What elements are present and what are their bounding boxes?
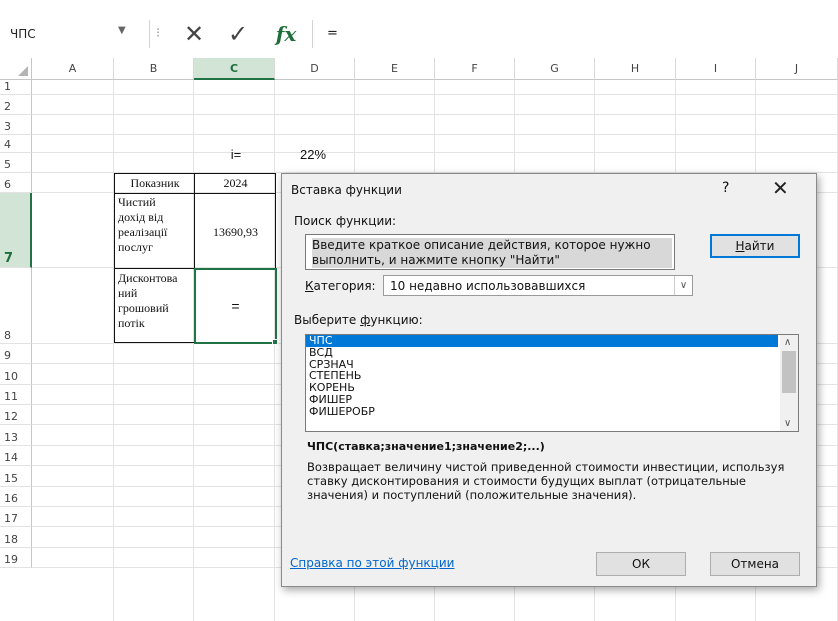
cell-b7[interactable]: Дисконтова ний грошовий потік	[118, 271, 178, 331]
find-button-label: Найти	[735, 239, 775, 253]
function-list-item[interactable]: ФИШЕР	[306, 394, 778, 406]
grid-column-line	[113, 80, 114, 621]
category-label: Категория:	[305, 279, 376, 293]
cell-b6[interactable]: Чистий дохід від реалізації послуг	[118, 195, 167, 255]
cell-b5[interactable]: Показник	[116, 176, 194, 191]
row-header-16[interactable]: 16	[0, 487, 32, 507]
row-header-11[interactable]: 11	[0, 385, 32, 405]
function-help-link[interactable]: Справка по этой функции	[290, 556, 454, 570]
row-header-12[interactable]: 12	[0, 405, 32, 425]
column-header-g[interactable]: G	[515, 58, 595, 80]
row-header-1[interactable]: 1	[0, 80, 32, 95]
function-syntax: ЧПС(ставка;значение1;значение2;...)	[307, 440, 545, 453]
category-value: 10 недавно использовавшихся	[390, 279, 586, 293]
cell-b6-line: реалізації	[118, 225, 168, 239]
search-function-text: Введите краткое описание действия, котор…	[312, 238, 672, 268]
chevron-down-icon[interactable]: ▼	[118, 25, 126, 36]
cell-b6-line: послуг	[118, 240, 153, 254]
grid-row-line	[32, 94, 838, 95]
category-select[interactable]: 10 недавно использовавшихся ∨	[383, 275, 693, 296]
function-list-item-selected[interactable]: ЧПС	[306, 335, 778, 347]
scroll-up-icon[interactable]: ∧	[784, 337, 791, 348]
row-header-15[interactable]: 15	[0, 466, 32, 487]
row-header-13[interactable]: 13	[0, 425, 32, 446]
grid-row-line	[32, 152, 838, 153]
row-header-3[interactable]: 3	[0, 115, 32, 135]
chevron-down-icon[interactable]: ∨	[674, 276, 692, 295]
cell-c6[interactable]: 13690,93	[196, 225, 275, 240]
column-header-c[interactable]: C	[194, 58, 275, 80]
formula-bar-separator: ⁝	[156, 26, 161, 41]
cell-d4[interactable]: 22%	[300, 147, 326, 162]
close-icon[interactable]: ✕	[772, 176, 789, 200]
cell-c5[interactable]: 2024	[196, 176, 275, 191]
column-header-j[interactable]: J	[756, 58, 838, 80]
cell-b6-line: Чистий	[118, 195, 156, 209]
row-header-18[interactable]: 18	[0, 527, 32, 548]
function-list-scrollbar[interactable]: ∧ ∨	[780, 335, 798, 431]
cell-c4[interactable]: i=	[196, 147, 276, 162]
fill-handle[interactable]	[272, 339, 278, 345]
insert-function-icon[interactable]: fx	[272, 21, 300, 47]
name-box[interactable]: ЧПС ▼	[0, 20, 150, 48]
grid-row-line	[32, 114, 838, 115]
column-header-i[interactable]: I	[676, 58, 756, 80]
scroll-down-icon[interactable]: ∨	[784, 418, 791, 429]
ok-button[interactable]: ОК	[596, 552, 686, 576]
cancel-button[interactable]: Отмена	[710, 552, 800, 576]
function-list-item[interactable]: ВСД	[306, 346, 778, 359]
cell-b7-line: грошовий	[118, 301, 169, 315]
search-function-input[interactable]: Введите краткое описание действия, котор…	[305, 234, 675, 270]
formula-input[interactable]: =	[312, 20, 838, 48]
row-header-5[interactable]: 5	[0, 153, 32, 173]
row-header-10[interactable]: 10	[0, 364, 32, 385]
grid-row-line	[32, 134, 838, 135]
row-header-9[interactable]: 9	[0, 344, 32, 364]
column-header-d[interactable]: D	[275, 58, 355, 80]
row-header-19[interactable]: 19	[0, 548, 32, 568]
column-header-b[interactable]: B	[114, 58, 194, 80]
column-header-f[interactable]: F	[435, 58, 515, 80]
row-header-7[interactable]: 7	[0, 193, 32, 268]
find-button[interactable]: Найти	[710, 234, 800, 258]
grid-column-line	[193, 80, 194, 621]
scrollbar-thumb[interactable]	[782, 351, 796, 393]
cell-b6-line: дохід від	[118, 210, 164, 224]
column-header-a[interactable]: A	[32, 58, 114, 80]
function-list-item[interactable]: ФИШЕРОБР	[306, 405, 778, 418]
cancel-edit-icon[interactable]: ✕	[180, 21, 208, 47]
row-header-2[interactable]: 2	[0, 95, 32, 115]
active-cell-outline	[194, 268, 277, 344]
column-header-e[interactable]: E	[355, 58, 435, 80]
insert-function-dialog: Вставка функции ? ✕ Поиск функции: Введи…	[281, 173, 817, 587]
function-list-item[interactable]: КОРЕНЬ	[306, 382, 778, 394]
cell-b7-line: потік	[118, 316, 145, 330]
function-description: Возвращает величину чистой приведенной с…	[307, 460, 785, 502]
search-function-label: Поиск функции:	[294, 214, 397, 228]
row-header-14[interactable]: 14	[0, 446, 32, 466]
formula-bar: ЧПС ▼ ⁝ ✕ ✓ fx =	[0, 20, 838, 48]
function-list[interactable]: ЧПС ВСД СРЗНАЧ СТЕПЕНЬ КОРЕНЬ ФИШЕР ФИШЕ…	[305, 334, 799, 432]
function-list-item[interactable]: СРЗНАЧ	[306, 358, 778, 371]
column-header-h[interactable]: H	[595, 58, 676, 80]
formula-text: =	[327, 26, 338, 41]
row-header-6[interactable]: 6	[0, 173, 32, 193]
confirm-edit-icon[interactable]: ✓	[224, 21, 252, 47]
row-header-17[interactable]: 17	[0, 507, 32, 527]
help-icon[interactable]: ?	[722, 180, 729, 196]
cell-b7-line: Дисконтова	[118, 271, 178, 285]
function-list-item[interactable]: СТЕПЕНЬ	[306, 370, 778, 382]
name-box-value: ЧПС	[10, 27, 36, 41]
dialog-title: Вставка функции	[291, 183, 402, 197]
row-header-4[interactable]: 4	[0, 135, 32, 153]
select-function-label: Выберите функцию:	[294, 313, 423, 327]
select-all-corner[interactable]	[0, 58, 32, 80]
cell-b7-line: ний	[118, 286, 138, 300]
row-header-8[interactable]: 8	[0, 268, 32, 344]
